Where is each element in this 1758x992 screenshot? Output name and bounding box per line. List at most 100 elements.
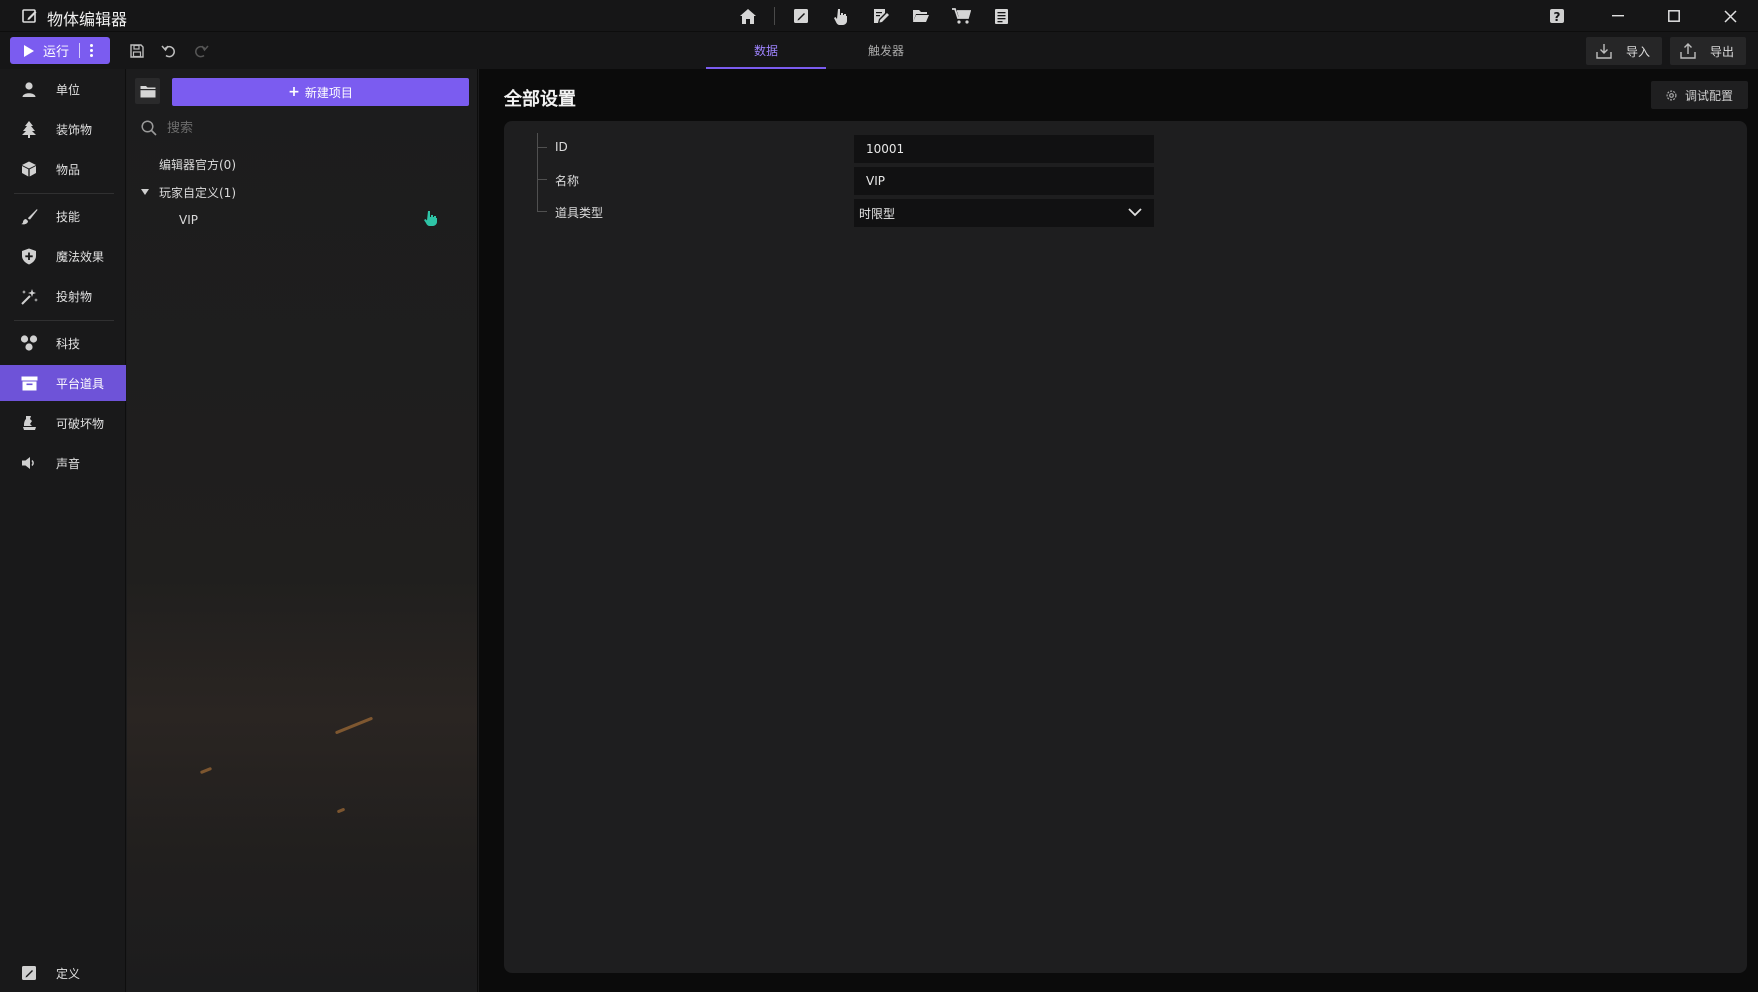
upload-icon: [1680, 43, 1696, 59]
new-item-label: 新建项目: [304, 85, 353, 100]
settings-card: ID 10001 名称 VIP 道具类型 时限型: [504, 121, 1747, 973]
app-title: 物体编辑器: [47, 10, 128, 29]
nav-item-projectiles[interactable]: 投射物: [0, 278, 126, 314]
nav-item-tech[interactable]: 科技: [0, 325, 126, 361]
maximize-icon[interactable]: [1646, 0, 1702, 32]
tree-guide-line: [537, 147, 547, 148]
title-bar: 物体编辑器 ?: [0, 0, 1758, 32]
more-vertical-icon[interactable]: [89, 44, 93, 57]
close-icon[interactable]: [1702, 0, 1758, 32]
prop-type-select[interactable]: 时限型: [854, 199, 1154, 227]
import-label: 导入: [1626, 44, 1651, 59]
help-icon[interactable]: ?: [1548, 7, 1566, 25]
nav-divider: [14, 320, 114, 321]
tree-guide-line: [537, 211, 547, 212]
nav-label: 可破坏物: [56, 416, 105, 431]
minimize-icon[interactable]: [1590, 0, 1646, 32]
edit-square-icon[interactable]: [781, 5, 821, 27]
search-icon: [141, 120, 157, 136]
person-icon: [20, 80, 38, 98]
shield-plus-icon: [20, 247, 38, 265]
tree-group-custom[interactable]: 玩家自定义(1): [141, 182, 236, 202]
sparkle-wand-icon: [20, 287, 38, 305]
redo-icon[interactable]: [193, 43, 209, 59]
speaker-icon: [20, 454, 38, 472]
background-decoration: [199, 766, 213, 775]
id-field[interactable]: 10001: [854, 135, 1154, 163]
search-input[interactable]: [167, 118, 447, 138]
caret-down-icon[interactable]: [141, 189, 149, 195]
toolbar: 运行 数据 触发器 导入 导出: [0, 32, 1758, 69]
prop-type-value: 时限型: [859, 206, 896, 221]
plus-icon: +: [288, 84, 300, 100]
edit-note-icon[interactable]: [861, 5, 901, 27]
run-button-label: 运行: [43, 45, 70, 60]
gear-icon: [1666, 89, 1677, 101]
archive-box-icon: [20, 374, 38, 392]
debug-config-label: 调试配置: [1685, 88, 1734, 103]
tree-guide-line: [537, 179, 547, 180]
name-field[interactable]: VIP: [854, 167, 1154, 195]
nav-divider: [14, 193, 114, 194]
property-row-prop-type: 道具类型 时限型: [504, 195, 1747, 227]
folder-button[interactable]: [135, 78, 160, 104]
brush-icon: [20, 207, 38, 225]
main-tabs: 数据 触发器: [706, 32, 946, 69]
property-label: 名称: [555, 174, 580, 188]
save-icon[interactable]: [129, 43, 145, 59]
export-label: 导出: [1710, 44, 1735, 59]
tree-group-label: 玩家自定义(1): [159, 185, 236, 200]
nav-label: 投射物: [56, 289, 93, 304]
nav-label: 魔法效果: [56, 249, 105, 264]
nav-label: 技能: [56, 209, 81, 224]
page-title: 全部设置: [504, 89, 576, 110]
nav-item-definitions[interactable]: 定义: [0, 955, 126, 991]
shopping-cart-icon[interactable]: [941, 5, 981, 27]
top-toolbar-icons: [728, 5, 1021, 27]
tree-guide-line: [537, 133, 538, 163]
folder-open-icon[interactable]: [901, 5, 941, 27]
cube-icon: [20, 160, 38, 178]
undo-icon[interactable]: [161, 43, 177, 59]
tab-data[interactable]: 数据: [706, 32, 826, 69]
background-decoration: [334, 716, 374, 735]
new-item-button[interactable]: + 新建项目: [172, 78, 469, 106]
nav-item-sounds[interactable]: 声音: [0, 445, 126, 481]
nav-item-decorations[interactable]: 装饰物: [0, 111, 126, 147]
clipboard-list-icon[interactable]: [981, 5, 1021, 27]
nav-item-skills[interactable]: 技能: [0, 198, 126, 234]
nav-item-platform-props[interactable]: 平台道具: [0, 365, 126, 401]
toolbar-separator: [774, 7, 775, 25]
property-label: 道具类型: [555, 206, 604, 220]
nav-label: 定义: [56, 966, 81, 981]
property-label: ID: [555, 140, 568, 154]
edit-square-icon: [20, 964, 38, 982]
pointer-hand-icon[interactable]: [821, 5, 861, 27]
run-button[interactable]: 运行: [10, 37, 110, 64]
nav-item-units[interactable]: 单位: [0, 71, 126, 107]
nav-label: 装饰物: [56, 122, 93, 137]
nav-item-items[interactable]: 物品: [0, 151, 126, 187]
tree-group-official[interactable]: 编辑器官方(0): [159, 154, 236, 174]
import-button[interactable]: 导入: [1586, 37, 1662, 65]
nav-label: 声音: [56, 456, 81, 471]
tree-icon: [20, 120, 38, 138]
nav-label: 单位: [56, 82, 81, 97]
nav-item-destructibles[interactable]: 可破坏物: [0, 405, 126, 441]
molecule-icon: [20, 334, 38, 352]
broken-pot-icon: [20, 414, 38, 432]
home-icon[interactable]: [728, 5, 768, 27]
nav-item-magic-effects[interactable]: 魔法效果: [0, 238, 126, 274]
tab-triggers[interactable]: 触发器: [826, 32, 946, 69]
svg-text:?: ?: [1554, 10, 1561, 24]
debug-config-button[interactable]: 调试配置: [1651, 81, 1748, 109]
export-button[interactable]: 导出: [1670, 37, 1746, 65]
window-controls: [1590, 0, 1758, 32]
tree-item-vip[interactable]: VIP: [179, 210, 198, 230]
mouse-pointer-hand-icon: [424, 211, 437, 226]
item-tree-panel: + 新建项目 编辑器官方(0) 玩家自定义(1) VIP: [127, 69, 478, 992]
background-decoration: [336, 807, 346, 814]
play-icon: [24, 44, 34, 57]
tree-item-label: VIP: [179, 213, 198, 227]
nav-label: 平台道具: [56, 376, 105, 391]
